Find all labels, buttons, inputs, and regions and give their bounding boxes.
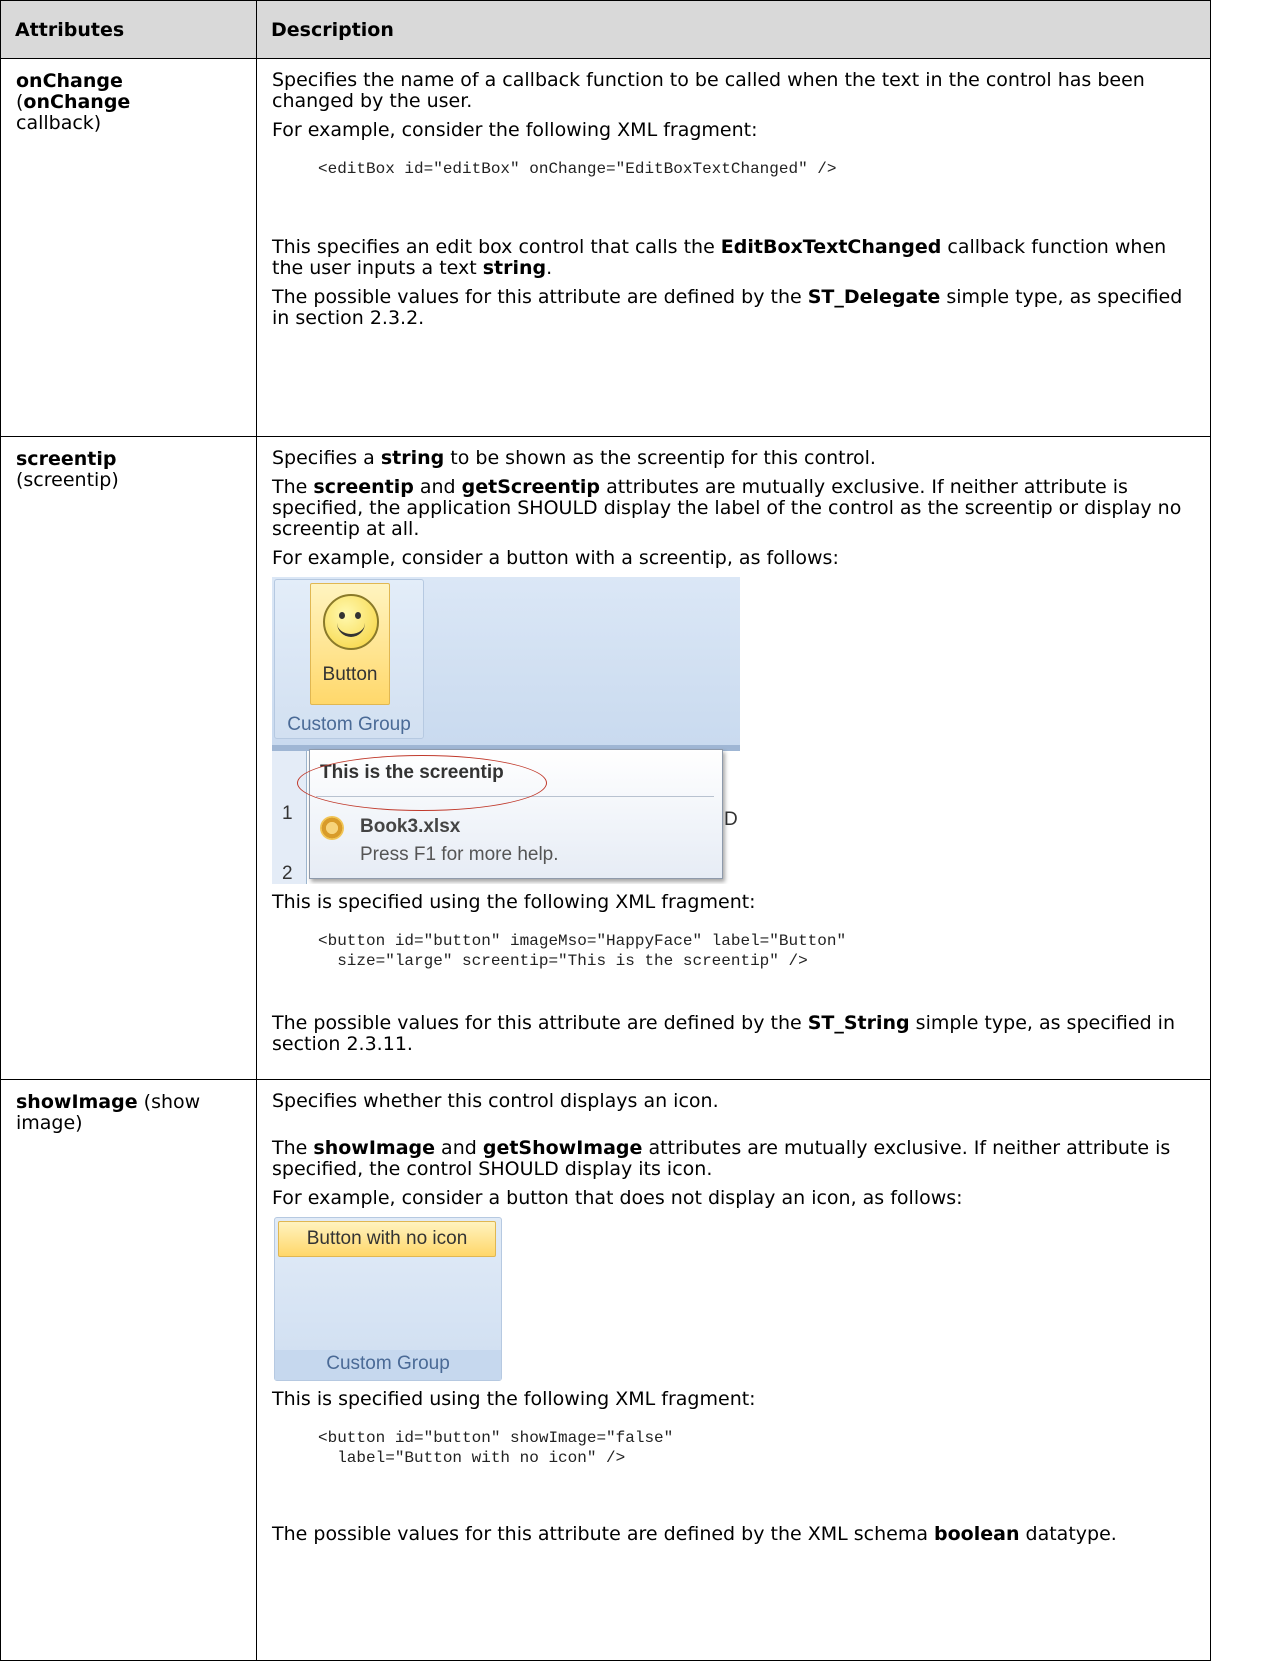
description-paragraph: The possible values for this attribute a… [272,1523,1117,1545]
screentip-help: Press F1 for more help. [360,844,559,865]
table-row: screentip (screentip) Specifies a string… [0,436,1211,1080]
description-paragraph: For example, consider a button that does… [272,1187,963,1209]
attribute-name: showImage [16,1091,138,1113]
attribute-name: onChange [16,70,123,92]
table-row: onChange (onChange callback) Specifies t… [0,58,1211,437]
screentip-screenshot: Button Custom Group 1 2 D This is the sc… [272,577,740,884]
custom-group: Button Custom Group [274,579,424,739]
description-paragraph: This is specified using the following XM… [272,1388,756,1410]
row-number: 1 [282,803,293,824]
description-paragraph: Specifies a string to be shown as the sc… [272,447,876,469]
description-paragraph: This specifies an edit box control that … [272,236,1167,279]
description-paragraph: This is specified using the following XM… [272,891,756,913]
description-paragraph: Specifies the name of a callback functio… [272,69,1145,112]
screentip-file: Book3.xlsx [360,816,461,837]
description-paragraph: For example, consider a button with a sc… [272,547,839,569]
header-attributes: Attributes [0,0,257,59]
xml-code-block: <editBox id="editBox" onChange="EditBoxT… [318,160,837,178]
attributes-table: Attributes Description onChange (onChang… [0,0,1211,1661]
group-label: Custom Group [326,1353,450,1374]
description-paragraph: For example, consider the following XML … [272,119,758,141]
attribute-name: screentip [16,448,117,470]
no-icon-screenshot: Button with no icon Custom Group [274,1217,502,1381]
highlight-ellipse [297,755,547,811]
attribute-name-desc: (screentip) [16,469,119,491]
description-cell: Specifies whether this control displays … [256,1079,1211,1661]
attribute-name-cell: onChange (onChange callback) [0,58,257,437]
custom-group-footer: Custom Group [275,1350,501,1380]
description-paragraph: The screentip and getScreentip attribute… [272,476,1182,540]
happy-face-button[interactable]: Button [310,583,390,705]
row-header: 1 2 [272,751,307,884]
happy-face-icon [323,594,379,650]
description-cell: Specifies the name of a callback functio… [256,58,1211,437]
attribute-name-desc: callback) [16,112,102,134]
column-header-partial: D [724,809,738,830]
description-paragraph: Specifies whether this control displays … [272,1090,719,1112]
table-header-row: Attributes Description [0,0,1211,59]
group-label: Custom Group [287,714,411,735]
description-paragraph: The possible values for this attribute a… [272,1012,1175,1055]
attribute-name-cell: showImage (show image) [0,1079,257,1661]
xml-code-block: <button id="button" showImage="false" la… [318,1429,674,1467]
table-row: showImage (show image) Specifies whether… [0,1079,1211,1661]
header-description: Description [256,0,1211,59]
description-paragraph: The showImage and getShowImage attribute… [272,1137,1171,1180]
description-paragraph: The possible values for this attribute a… [272,286,1183,329]
row-number: 2 [282,863,293,884]
gear-icon [320,816,344,840]
button-label: Button with no icon [306,1228,468,1249]
xml-code-block: <button id="button" imageMso="HappyFace"… [318,932,847,970]
button-label: Button [322,664,378,685]
no-icon-button[interactable]: Button with no icon [278,1221,496,1257]
attribute-name-cell: screentip (screentip) [0,436,257,1080]
attribute-name-alt: onChange [23,91,131,113]
description-cell: Specifies a string to be shown as the sc… [256,436,1211,1080]
